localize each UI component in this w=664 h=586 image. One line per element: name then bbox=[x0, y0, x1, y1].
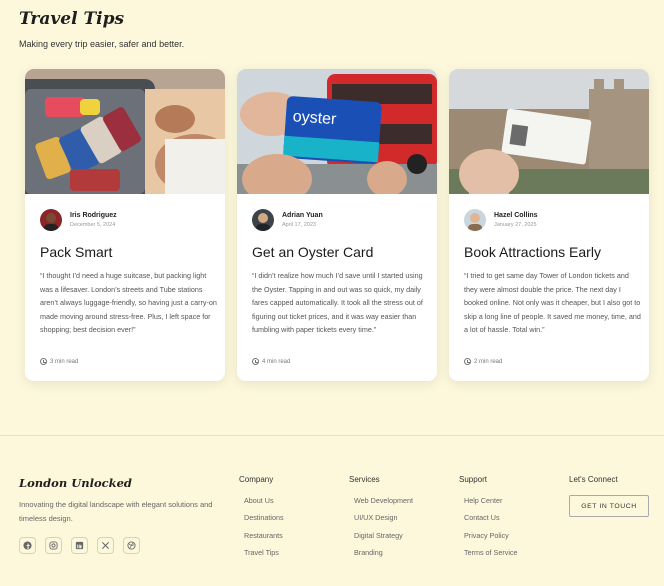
get-in-touch-button[interactable]: GET IN TOUCH bbox=[569, 495, 649, 517]
card-title[interactable]: Book Attractions Early bbox=[464, 243, 637, 261]
packing-suitcase-image bbox=[25, 69, 225, 194]
oyster-card-image: oyster bbox=[237, 69, 437, 194]
author-name: Adrian Yuan bbox=[282, 211, 323, 219]
post-date: December 5, 2024 bbox=[70, 221, 116, 228]
footer-column-title: Company bbox=[239, 475, 274, 484]
post-date: April 17, 2023 bbox=[282, 221, 316, 228]
footer-link-branding[interactable]: Branding bbox=[354, 548, 413, 565]
read-time: 4 min read bbox=[252, 358, 290, 365]
card-text: “I thought I’d need a huge suitcase, but… bbox=[40, 271, 217, 335]
page-title: Travel Tips bbox=[19, 9, 125, 29]
footer-link-web-development[interactable]: Web Development bbox=[354, 496, 413, 513]
tower-ticket-image bbox=[449, 69, 649, 194]
author-name: Iris Rodriguez bbox=[70, 211, 117, 219]
svg-text:oyster: oyster bbox=[292, 108, 337, 128]
read-time: 3 min read bbox=[40, 358, 78, 365]
author-avatar bbox=[464, 209, 486, 231]
footer-link-ui-ux-design[interactable]: UI/UX Design bbox=[354, 513, 413, 530]
instagram-icon[interactable] bbox=[45, 537, 62, 554]
tip-card[interactable]: Hazel Collins January 27, 2025 Book Attr… bbox=[449, 69, 649, 381]
footer-description: Innovating the digital landscape with el… bbox=[19, 500, 213, 523]
facebook-icon[interactable] bbox=[19, 537, 36, 554]
clock-icon bbox=[464, 358, 471, 365]
footer-link-about-us[interactable]: About Us bbox=[244, 496, 284, 513]
read-time: 2 min read bbox=[464, 358, 502, 365]
read-time-label: 3 min read bbox=[50, 358, 79, 365]
post-date: January 27, 2025 bbox=[494, 221, 537, 228]
footer-column-connect: Let's Connect bbox=[569, 475, 618, 496]
footer-link-help-center[interactable]: Help Center bbox=[464, 496, 518, 513]
author-info: Adrian Yuan April 17, 2023 bbox=[252, 209, 425, 231]
footer-divider bbox=[0, 435, 664, 436]
footer-link-destinations[interactable]: Destinations bbox=[244, 513, 284, 530]
card-title[interactable]: Get an Oyster Card bbox=[252, 243, 425, 261]
connect-title: Let's Connect bbox=[569, 475, 618, 484]
footer-column-services: Services Web Development UI/UX Design Di… bbox=[349, 475, 413, 565]
dribbble-icon[interactable] bbox=[123, 537, 140, 554]
footer-link-terms-of-service[interactable]: Terms of Service bbox=[464, 548, 518, 565]
author-avatar bbox=[252, 209, 274, 231]
linkedin-icon[interactable] bbox=[71, 537, 88, 554]
tip-card[interactable]: Iris Rodriguez December 5, 2024 Pack Sma… bbox=[25, 69, 225, 381]
card-title[interactable]: Pack Smart bbox=[40, 243, 213, 261]
footer-link-privacy-policy[interactable]: Privacy Policy bbox=[464, 531, 518, 548]
author-name: Hazel Collins bbox=[494, 211, 538, 219]
footer-link-digital-strategy[interactable]: Digital Strategy bbox=[354, 531, 413, 548]
social-links bbox=[19, 537, 140, 554]
read-time-label: 2 min read bbox=[474, 358, 503, 365]
footer-link-contact-us[interactable]: Contact Us bbox=[464, 513, 518, 530]
tips-card-list: Iris Rodriguez December 5, 2024 Pack Sma… bbox=[25, 69, 649, 381]
tip-card[interactable]: oyster Adrian Yuan April 17, 2023 Get an… bbox=[237, 69, 437, 381]
x-icon[interactable] bbox=[97, 537, 114, 554]
card-text: “I tried to get same day Tower of London… bbox=[464, 271, 641, 335]
footer-column-title: Services bbox=[349, 475, 380, 484]
author-info: Iris Rodriguez December 5, 2024 bbox=[40, 209, 213, 231]
footer-brand[interactable]: London Unlocked bbox=[19, 476, 132, 490]
clock-icon bbox=[40, 358, 47, 365]
footer-link-travel-tips[interactable]: Travel Tips bbox=[244, 548, 284, 565]
clock-icon bbox=[252, 358, 259, 365]
page-subtitle: Making every trip easier, safer and bett… bbox=[19, 39, 185, 49]
footer-link-restaurants[interactable]: Restaurants bbox=[244, 531, 284, 548]
author-avatar bbox=[40, 209, 62, 231]
read-time-label: 4 min read bbox=[262, 358, 291, 365]
footer-column-company: Company About Us Destinations Restaurant… bbox=[239, 475, 284, 565]
author-info: Hazel Collins January 27, 2025 bbox=[464, 209, 637, 231]
footer-column-support: Support Help Center Contact Us Privacy P… bbox=[459, 475, 518, 565]
card-text: “I didn’t realize how much I’d save unti… bbox=[252, 271, 423, 335]
footer-column-title: Support bbox=[459, 475, 488, 484]
